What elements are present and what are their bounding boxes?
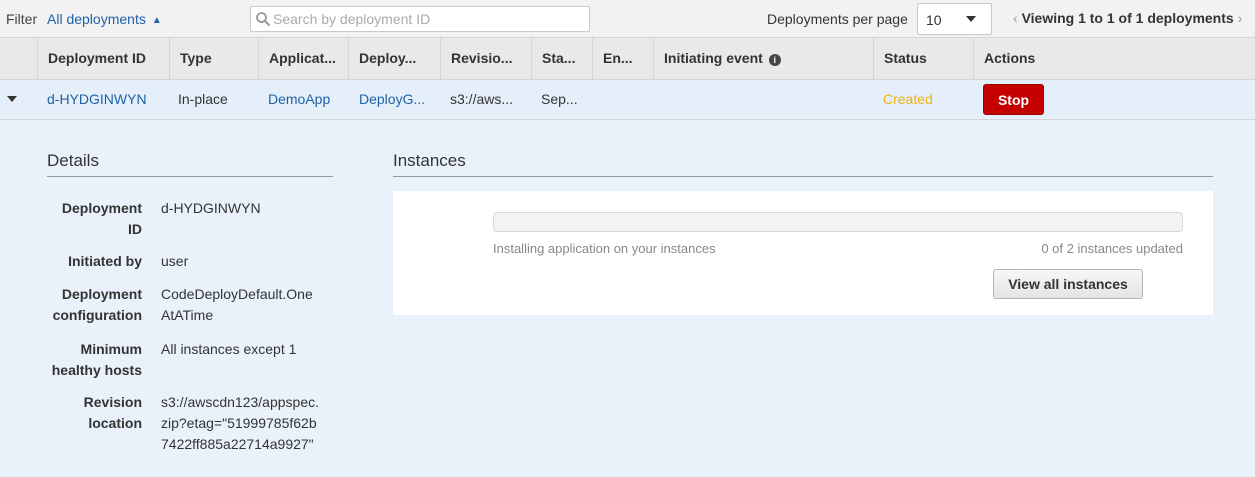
column-header-deployment-group[interactable]: Deploy...	[348, 38, 440, 80]
per-page-select[interactable]: 10	[917, 3, 992, 35]
progress-count: 0 of 2 instances updated	[1041, 241, 1183, 256]
search-box	[250, 6, 590, 32]
instances-divider	[393, 176, 1213, 177]
column-header-end[interactable]: En...	[592, 38, 653, 80]
table-row: d-HYDGINWYN In-place DemoApp DeployG... …	[0, 80, 1255, 120]
chevron-left-icon[interactable]: ‹	[1013, 10, 1018, 26]
instances-card: Installing application on your instances…	[393, 191, 1213, 315]
column-header-label: Type	[180, 50, 212, 66]
cell-end	[592, 80, 653, 120]
application-link[interactable]: DemoApp	[268, 91, 330, 107]
status-badge: Created	[883, 91, 933, 107]
column-header-start[interactable]: Sta...	[531, 38, 592, 80]
progress-bar	[493, 212, 1183, 232]
column-header-label: Deploy...	[359, 50, 417, 66]
detail-label-deployment-configuration: Deployment configuration	[52, 286, 142, 323]
chevron-right-icon[interactable]: ›	[1238, 10, 1243, 26]
column-header-initiating-event[interactable]: Initiating event i	[653, 38, 873, 80]
search-input[interactable]	[273, 8, 573, 30]
column-header-label: Sta...	[542, 50, 576, 66]
chevron-up-icon: ▲	[151, 15, 162, 26]
cell-revision: s3://aws...	[450, 91, 514, 107]
cell-type: In-place	[178, 91, 228, 107]
detail-label-minimum-healthy-hosts: Minimum healthy hosts	[51, 341, 142, 378]
column-header-label: Initiating event	[664, 50, 763, 66]
per-page-value: 10	[926, 12, 942, 28]
pagination: ‹ Viewing 1 to 1 of 1 deployments ›	[1013, 10, 1242, 26]
deployment-id-link[interactable]: d-HYDGINWYN	[47, 91, 147, 107]
details-divider	[47, 176, 333, 177]
instances-title: Instances	[393, 151, 466, 170]
detail-value-initiated-by: user	[161, 253, 189, 269]
details-title: Details	[47, 151, 99, 170]
cell-start: Sep...	[541, 91, 578, 107]
filter-value: All deployments	[47, 11, 146, 27]
deployment-group-link[interactable]: DeployG...	[359, 91, 425, 107]
filter-label: Filter	[6, 11, 38, 27]
search-icon	[256, 12, 271, 27]
info-icon[interactable]: i	[768, 54, 781, 66]
column-header-label: Status	[884, 50, 927, 66]
table-header: Deployment ID Type Applicat... Deploy...…	[0, 38, 1255, 80]
detail-value-deployment-id: d-HYDGINWYN	[161, 200, 261, 216]
caret-down-icon	[966, 16, 976, 22]
cell-deployment-id: d-HYDGINWYN	[37, 80, 169, 120]
cell-initiating-event	[653, 80, 873, 120]
progress-status: Installing application on your instances	[493, 241, 716, 256]
column-header-application[interactable]: Applicat...	[258, 38, 348, 80]
column-header-actions: Actions	[973, 38, 1255, 80]
detail-label-deployment-id: Deployment ID	[61, 200, 142, 237]
toolbar: Filter All deployments ▲ Deployments per …	[0, 0, 1255, 38]
column-header-label: En...	[603, 50, 633, 66]
column-header-deployment-id[interactable]: Deployment ID	[37, 38, 169, 80]
column-header-type[interactable]: Type	[169, 38, 258, 80]
stop-button[interactable]: Stop	[983, 84, 1044, 115]
column-header-label: Applicat...	[269, 50, 336, 66]
column-header-status[interactable]: Status	[873, 38, 973, 80]
pager-text: Viewing 1 to 1 of 1 deployments	[1021, 10, 1234, 26]
cell-deployment-group: DeployG...	[349, 80, 440, 120]
column-header-label: Actions	[984, 50, 1036, 66]
cell-application: DemoApp	[258, 80, 348, 120]
filter-dropdown[interactable]: All deployments ▲	[47, 11, 162, 27]
column-header-revision[interactable]: Revisio...	[440, 38, 531, 80]
detail-value-revision-location: s3://awscdn123/appspec.zip?etag="5199978…	[161, 394, 319, 452]
per-page-label: Deployments per page	[767, 11, 908, 27]
detail-label-revision-location: Revision location	[83, 394, 142, 431]
column-header-label: Revisio...	[451, 50, 513, 66]
deployment-configuration-link[interactable]: CodeDeployDefault.OneAtATime	[161, 284, 321, 326]
caret-down-icon[interactable]	[7, 96, 17, 102]
column-header-label: Deployment ID	[48, 50, 147, 66]
detail-value-minimum-healthy-hosts: All instances except 1	[161, 341, 297, 357]
view-all-instances-button[interactable]: View all instances	[993, 269, 1143, 299]
detail-label-initiated-by: Initiated by	[68, 253, 142, 269]
